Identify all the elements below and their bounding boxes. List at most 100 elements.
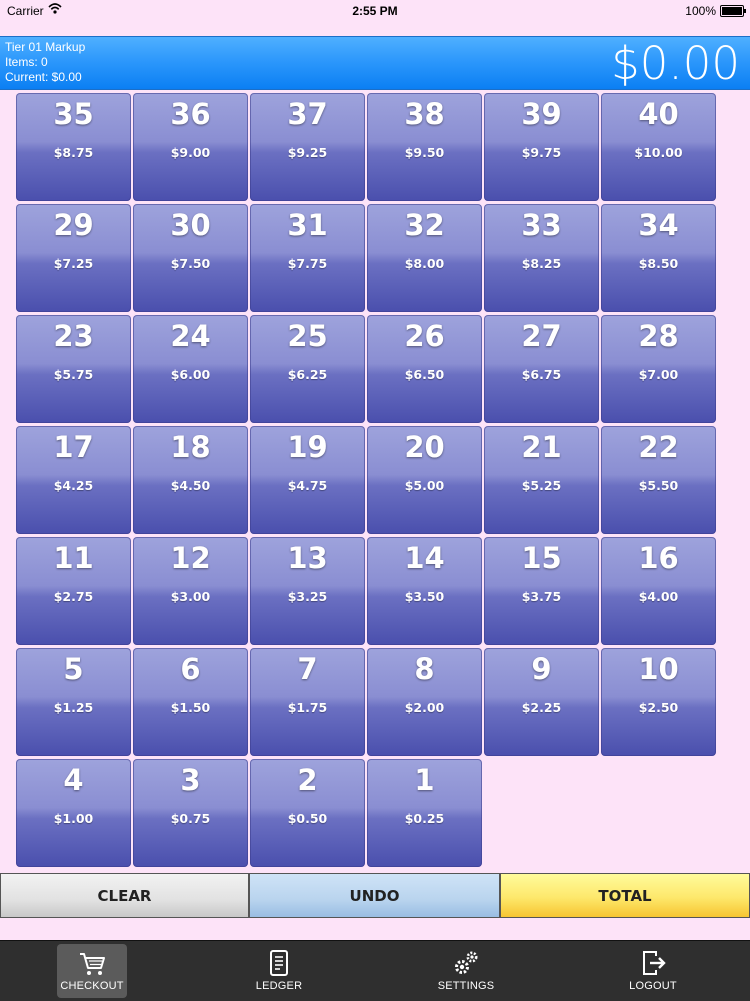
tile-number: 4: [63, 763, 84, 797]
tile-price: $2.50: [638, 700, 679, 715]
price-tile[interactable]: 27 $6.75: [484, 315, 599, 423]
price-tile[interactable]: 17 $4.25: [16, 426, 131, 534]
tile-price: $6.75: [521, 367, 562, 382]
tile-price: $0.75: [170, 811, 211, 826]
items-count: Items: 0: [5, 55, 48, 69]
price-tile[interactable]: 30 $7.50: [133, 204, 248, 312]
price-tile[interactable]: 7 $1.75: [250, 648, 365, 756]
tile-number: 13: [287, 541, 328, 575]
price-tile[interactable]: 15 $3.75: [484, 537, 599, 645]
price-tile[interactable]: 40 $10.00: [601, 93, 716, 201]
tile-price: $4.25: [53, 478, 94, 493]
price-tile[interactable]: 36 $9.00: [133, 93, 248, 201]
tile-number: 14: [404, 541, 445, 575]
price-tile[interactable]: 2 $0.50: [250, 759, 365, 867]
tile-number: 12: [170, 541, 211, 575]
tab-bar: CHECKOUT LEDGER SETTINGS LOGOUT: [0, 940, 750, 1001]
price-tile[interactable]: 22 $5.50: [601, 426, 716, 534]
tile-number: 27: [521, 319, 562, 353]
tile-number: 7: [297, 652, 318, 686]
tile-price: $1.50: [170, 700, 211, 715]
tile-number: 5: [63, 652, 84, 686]
tile-number: 18: [170, 430, 211, 464]
tile-price: $8.00: [404, 256, 445, 271]
price-tile[interactable]: 9 $2.25: [484, 648, 599, 756]
tile-number: 29: [53, 208, 94, 242]
price-tile[interactable]: 21 $5.25: [484, 426, 599, 534]
tile-number: 25: [287, 319, 328, 353]
tile-number: 26: [404, 319, 445, 353]
cart-icon: [80, 953, 105, 975]
logout-icon: [643, 951, 666, 975]
tile-price: $2.00: [404, 700, 445, 715]
price-tile[interactable]: 23 $5.75: [16, 315, 131, 423]
tile-number: 16: [638, 541, 679, 575]
tab-settings-label: SETTINGS: [437, 980, 495, 992]
tab-settings[interactable]: SETTINGS: [431, 944, 501, 998]
price-tile[interactable]: 25 $6.25: [250, 315, 365, 423]
tile-price: $7.00: [638, 367, 679, 382]
price-tile[interactable]: 33 $8.25: [484, 204, 599, 312]
price-tile[interactable]: 5 $1.25: [16, 648, 131, 756]
tile-number: 20: [404, 430, 445, 464]
price-tile[interactable]: 10 $2.50: [601, 648, 716, 756]
tile-number: 34: [638, 208, 679, 242]
tile-number: 33: [521, 208, 562, 242]
price-tile[interactable]: 26 $6.50: [367, 315, 482, 423]
undo-button[interactable]: UNDO: [249, 873, 500, 918]
tile-number: 39: [521, 97, 562, 131]
tile-price: $1.25: [53, 700, 94, 715]
price-tile[interactable]: 39 $9.75: [484, 93, 599, 201]
price-tile[interactable]: 34 $8.50: [601, 204, 716, 312]
price-tile[interactable]: 12 $3.00: [133, 537, 248, 645]
tier-label: Tier 01 Markup: [5, 40, 86, 54]
tile-number: 21: [521, 430, 562, 464]
tile-number: 8: [414, 652, 435, 686]
tile-price: $6.25: [287, 367, 328, 382]
price-tile[interactable]: 8 $2.00: [367, 648, 482, 756]
price-tile[interactable]: 32 $8.00: [367, 204, 482, 312]
price-tile[interactable]: 19 $4.75: [250, 426, 365, 534]
tile-price: $4.50: [170, 478, 211, 493]
price-tile[interactable]: 29 $7.25: [16, 204, 131, 312]
price-tile[interactable]: 31 $7.75: [250, 204, 365, 312]
status-bar: Carrier 2:55 PM 100%: [0, 0, 750, 22]
tile-number: 28: [638, 319, 679, 353]
tile-number: 24: [170, 319, 211, 353]
price-tile[interactable]: 35 $8.75: [16, 93, 131, 201]
price-tile[interactable]: 28 $7.00: [601, 315, 716, 423]
tile-price: $5.75: [53, 367, 94, 382]
tile-price: $10.00: [634, 145, 683, 160]
price-tile[interactable]: 18 $4.50: [133, 426, 248, 534]
tile-number: 37: [287, 97, 328, 131]
price-tile[interactable]: 38 $9.50: [367, 93, 482, 201]
tile-price: $4.75: [287, 478, 328, 493]
tab-ledger[interactable]: LEDGER: [244, 944, 314, 998]
total-amount: $0.00: [611, 37, 740, 90]
tile-price: $8.25: [521, 256, 562, 271]
price-tile[interactable]: 24 $6.00: [133, 315, 248, 423]
tile-number: 19: [287, 430, 328, 464]
tile-number: 31: [287, 208, 328, 242]
price-tile[interactable]: 13 $3.25: [250, 537, 365, 645]
current-amount: Current: $0.00: [5, 70, 82, 84]
price-tile[interactable]: 11 $2.75: [16, 537, 131, 645]
tile-price: $0.25: [404, 811, 445, 826]
price-tile[interactable]: 16 $4.00: [601, 537, 716, 645]
tile-number: 9: [531, 652, 552, 686]
tile-number: 17: [53, 430, 94, 464]
total-button[interactable]: TOTAL: [500, 873, 750, 918]
price-tile[interactable]: 1 $0.25: [367, 759, 482, 867]
price-tile[interactable]: 14 $3.50: [367, 537, 482, 645]
clear-button[interactable]: CLEAR: [0, 873, 249, 918]
tab-checkout[interactable]: CHECKOUT: [57, 944, 127, 998]
price-tile[interactable]: 20 $5.00: [367, 426, 482, 534]
price-tile[interactable]: 4 $1.00: [16, 759, 131, 867]
tile-number: 6: [180, 652, 201, 686]
price-tile[interactable]: 3 $0.75: [133, 759, 248, 867]
tab-logout[interactable]: LOGOUT: [618, 944, 688, 998]
tile-price: $5.25: [521, 478, 562, 493]
gears-icon: [455, 951, 478, 974]
price-tile[interactable]: 6 $1.50: [133, 648, 248, 756]
price-tile[interactable]: 37 $9.25: [250, 93, 365, 201]
